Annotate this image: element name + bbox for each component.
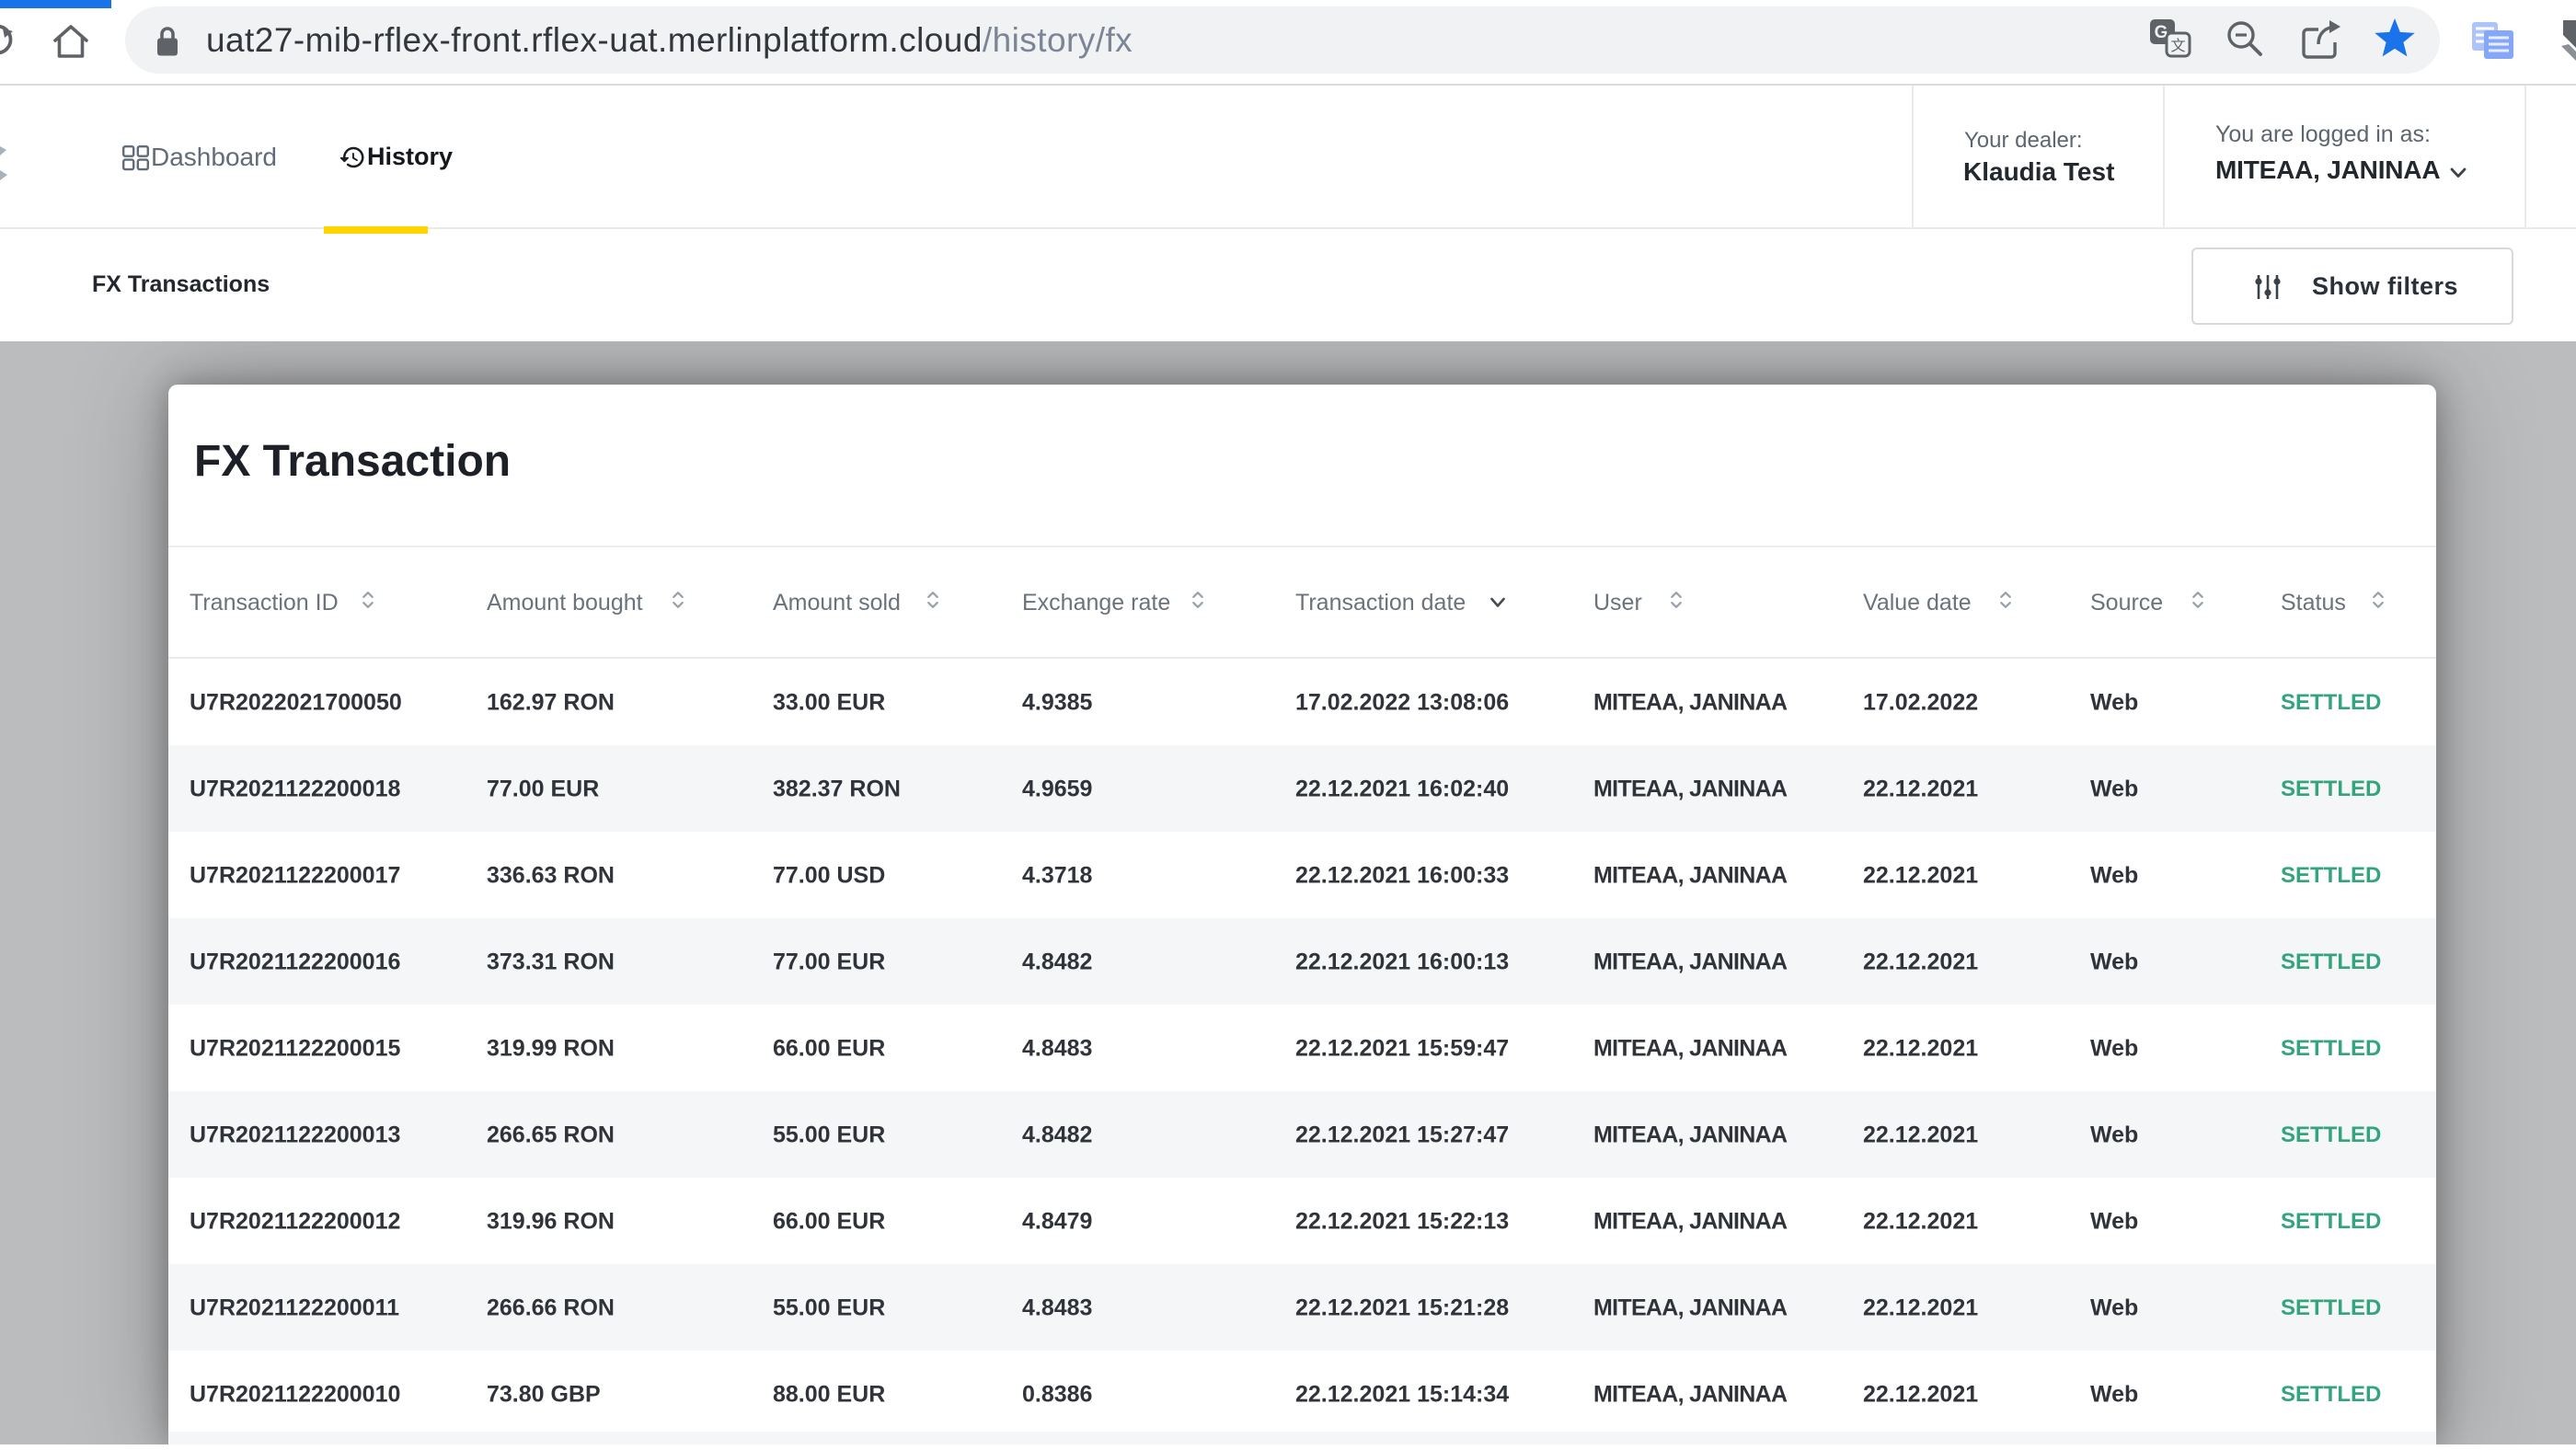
svg-text:文: 文 xyxy=(2170,38,2185,54)
